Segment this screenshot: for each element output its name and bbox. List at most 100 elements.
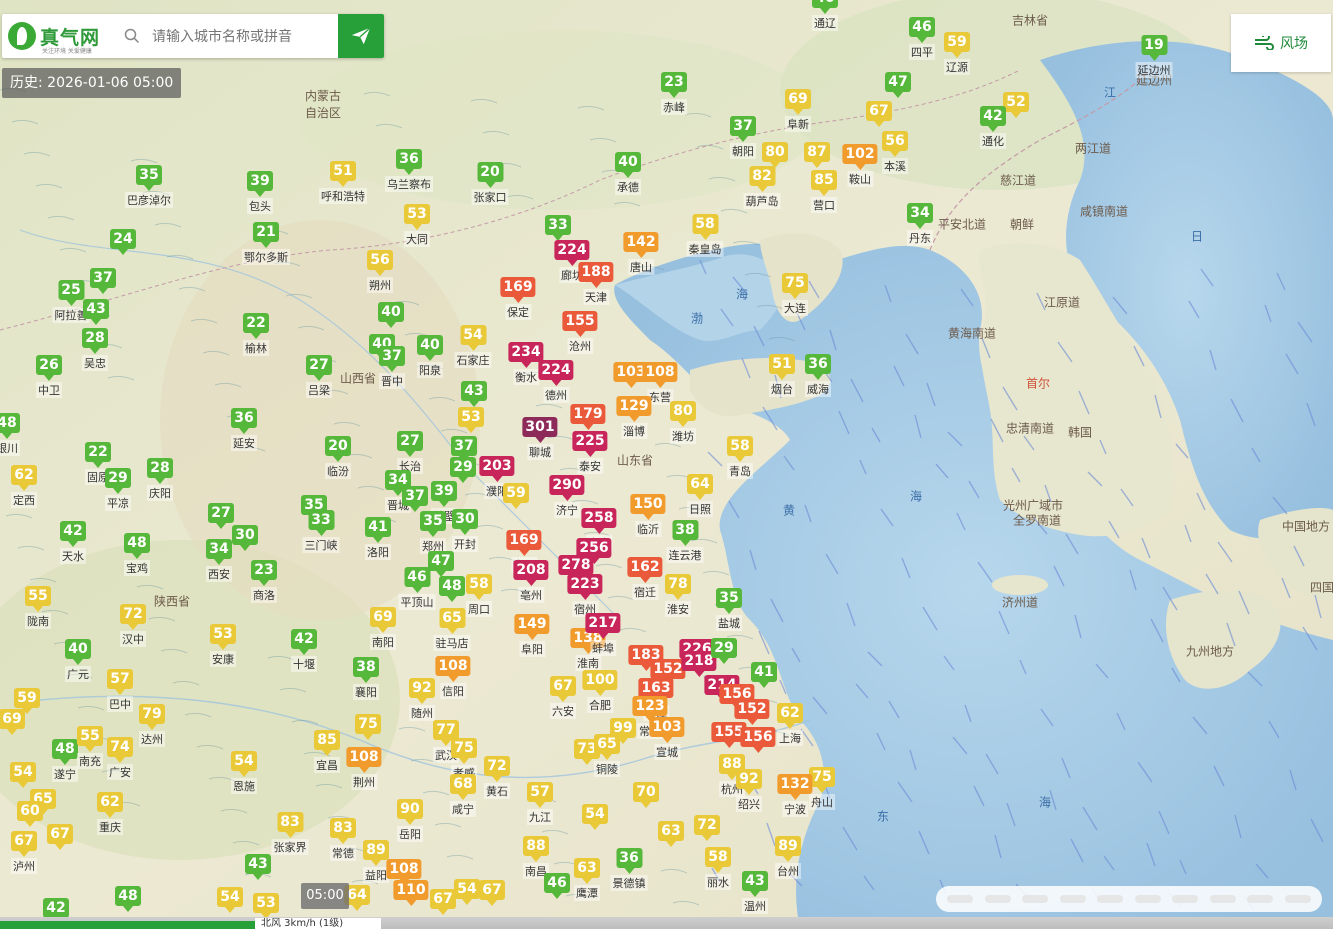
aqi-station-marker[interactable]: 224 德州 [538,360,574,403]
aqi-station-marker[interactable]: 69 [0,709,25,735]
aqi-station-marker[interactable]: 36 乌兰察布 [385,149,433,192]
aqi-station-marker[interactable]: 62 上海 [777,703,803,746]
aqi-station-marker[interactable]: 27 长治 [397,431,423,474]
aqi-station-marker[interactable]: 83 张家界 [271,812,309,855]
playback-scale[interactable] [936,886,1322,912]
aqi-station-marker[interactable]: 60 [17,801,43,827]
aqi-station-marker[interactable]: 62 定西 [11,465,37,508]
aqi-station-marker[interactable]: 36 景德镇 [610,848,648,891]
aqi-station-marker[interactable]: 53 大同 [404,204,430,247]
aqi-station-marker[interactable]: 65 驻马店 [433,608,471,651]
aqi-station-marker[interactable]: 89 台州 [775,836,801,879]
aqi-station-marker[interactable]: 38 连云港 [666,520,704,563]
aqi-station-marker[interactable]: 34 西安 [206,539,232,582]
aqi-station-marker[interactable]: 59 辽源 [944,32,970,75]
aqi-station-marker[interactable]: 87 [804,142,830,168]
aqi-station-marker[interactable]: 40 阳泉 [417,335,443,378]
aqi-station-marker[interactable]: 35 郑州 [420,511,446,554]
aqi-station-marker[interactable]: 67 [479,880,505,906]
aqi-station-marker[interactable]: 34 丹东 [907,203,933,246]
aqi-station-marker[interactable]: 64 日照 [687,474,713,517]
aqi-station-marker[interactable]: 108 荆州 [346,747,382,790]
aqi-station-marker[interactable]: 30 开封 [452,509,478,552]
aqi-station-marker[interactable]: 55 南充 [77,726,103,769]
aqi-station-marker[interactable]: 35 盐城 [716,588,742,631]
aqi-station-marker[interactable]: 40 通辽 [812,0,838,31]
aqi-station-marker[interactable]: 28 庆阳 [147,458,173,501]
aqi-station-marker[interactable]: 90 岳阳 [397,799,423,842]
aqi-station-marker[interactable]: 37 [402,486,428,512]
aqi-station-marker[interactable]: 27 吕梁 [306,355,332,398]
aqi-station-marker[interactable]: 169 保定 [500,277,536,320]
search-input[interactable] [150,22,334,52]
aqi-station-marker[interactable]: 46 [544,873,570,899]
aqi-station-marker[interactable]: 36 延安 [231,408,257,451]
aqi-station-marker[interactable]: 67 六安 [550,676,576,719]
aqi-station-marker[interactable]: 85 宜昌 [314,730,340,773]
aqi-station-marker[interactable]: 36 威海 [805,354,831,397]
aqi-station-marker[interactable]: 155 沧州 [562,311,598,354]
aqi-station-marker[interactable]: 83 常德 [330,818,356,861]
aqi-station-marker[interactable]: 39 包头 [247,171,273,214]
aqi-station-marker[interactable]: 20 临汾 [325,436,351,479]
aqi-station-marker[interactable]: 37 朝阳 [730,116,756,159]
aqi-station-marker[interactable]: 89 益阳 [363,840,389,883]
aqi-station-marker[interactable]: 67 [47,824,73,850]
timeline-bar[interactable] [0,917,1333,929]
aqi-station-marker[interactable]: 51 呼和浩特 [319,161,367,204]
aqi-station-marker[interactable]: 43 [83,299,109,325]
aqi-station-marker[interactable]: 28 吴忠 [82,328,108,371]
aqi-station-marker[interactable]: 217 蚌埠 [585,613,621,656]
time-marker[interactable]: 05:00 [301,883,349,909]
aqi-station-marker[interactable]: 223 宿州 [567,574,603,617]
aqi-station-marker[interactable]: 56 朔州 [367,250,393,293]
aqi-station-marker[interactable]: 290 济宁 [549,475,585,518]
aqi-station-marker[interactable]: 68 咸宁 [450,774,476,817]
aqi-station-marker[interactable]: 54 石家庄 [454,325,492,368]
aqi-station-marker[interactable]: 72 黄石 [484,756,510,799]
aqi-station-marker[interactable]: 33 三门峡 [302,510,340,553]
aqi-station-marker[interactable]: 29 [711,638,737,664]
aqi-station-marker[interactable]: 69 阜新 [785,89,811,132]
aqi-station-marker[interactable]: 188 天津 [578,262,614,305]
aqi-station-marker[interactable]: 75 [355,714,381,740]
aqi-station-marker[interactable]: 80 [762,142,788,168]
aqi-station-marker[interactable]: 54 [217,887,243,913]
aqi-station-marker[interactable]: 43 [245,854,271,880]
aqi-station-marker[interactable]: 43 [461,381,487,407]
aqi-station-marker[interactable]: 19 延边州 [1135,35,1173,78]
aqi-station-marker[interactable]: 162 宿迁 [627,557,663,600]
aqi-station-marker[interactable]: 63 [658,821,684,847]
aqi-station-marker[interactable]: 23 商洛 [251,560,277,603]
aqi-station-marker[interactable]: 40 承德 [615,152,641,195]
aqi-station-marker[interactable]: 301 聊城 [522,417,558,460]
aqi-station-marker[interactable]: 67 [866,101,892,127]
aqi-station-marker[interactable]: 82 葫芦岛 [743,166,781,209]
aqi-station-marker[interactable]: 48 遂宁 [52,739,78,782]
aqi-station-marker[interactable]: 22 榆林 [243,313,269,356]
site-logo[interactable]: 真气网 关注环境 关爱健康 [8,20,116,55]
aqi-station-marker[interactable]: 41 洛阳 [365,517,391,560]
aqi-station-marker[interactable]: 67 泸州 [11,831,37,874]
aqi-station-marker[interactable]: 58 青岛 [727,436,753,479]
aqi-station-marker[interactable]: 51 烟台 [769,354,795,397]
aqi-station-marker[interactable]: 47 [885,72,911,98]
aqi-station-marker[interactable]: 48 [439,576,465,602]
aqi-station-marker[interactable]: 42 十堰 [291,629,317,672]
aqi-station-marker[interactable]: 48 宝鸡 [124,533,150,576]
aqi-station-marker[interactable]: 29 [450,457,476,483]
aqi-station-marker[interactable]: 85 营口 [811,170,837,213]
aqi-station-marker[interactable]: 100 合肥 [582,670,618,713]
aqi-station-marker[interactable]: 42 天水 [60,521,86,564]
aqi-station-marker[interactable]: 58 丽水 [705,847,731,890]
aqi-station-marker[interactable]: 41 [751,662,777,688]
aqi-station-marker[interactable]: 150 临沂 [630,494,666,537]
aqi-station-marker[interactable]: 72 [694,815,720,841]
aqi-station-marker[interactable]: 92 随州 [409,678,435,721]
aqi-station-marker[interactable]: 29 平凉 [105,468,131,511]
aqi-station-marker[interactable]: 30 [232,525,258,551]
aqi-station-marker[interactable]: 59 [503,483,529,509]
aqi-station-marker[interactable]: 132 宁波 [777,774,813,817]
aqi-station-marker[interactable]: 48 银川 [0,413,20,456]
aqi-station-marker[interactable]: 27 [208,503,234,529]
